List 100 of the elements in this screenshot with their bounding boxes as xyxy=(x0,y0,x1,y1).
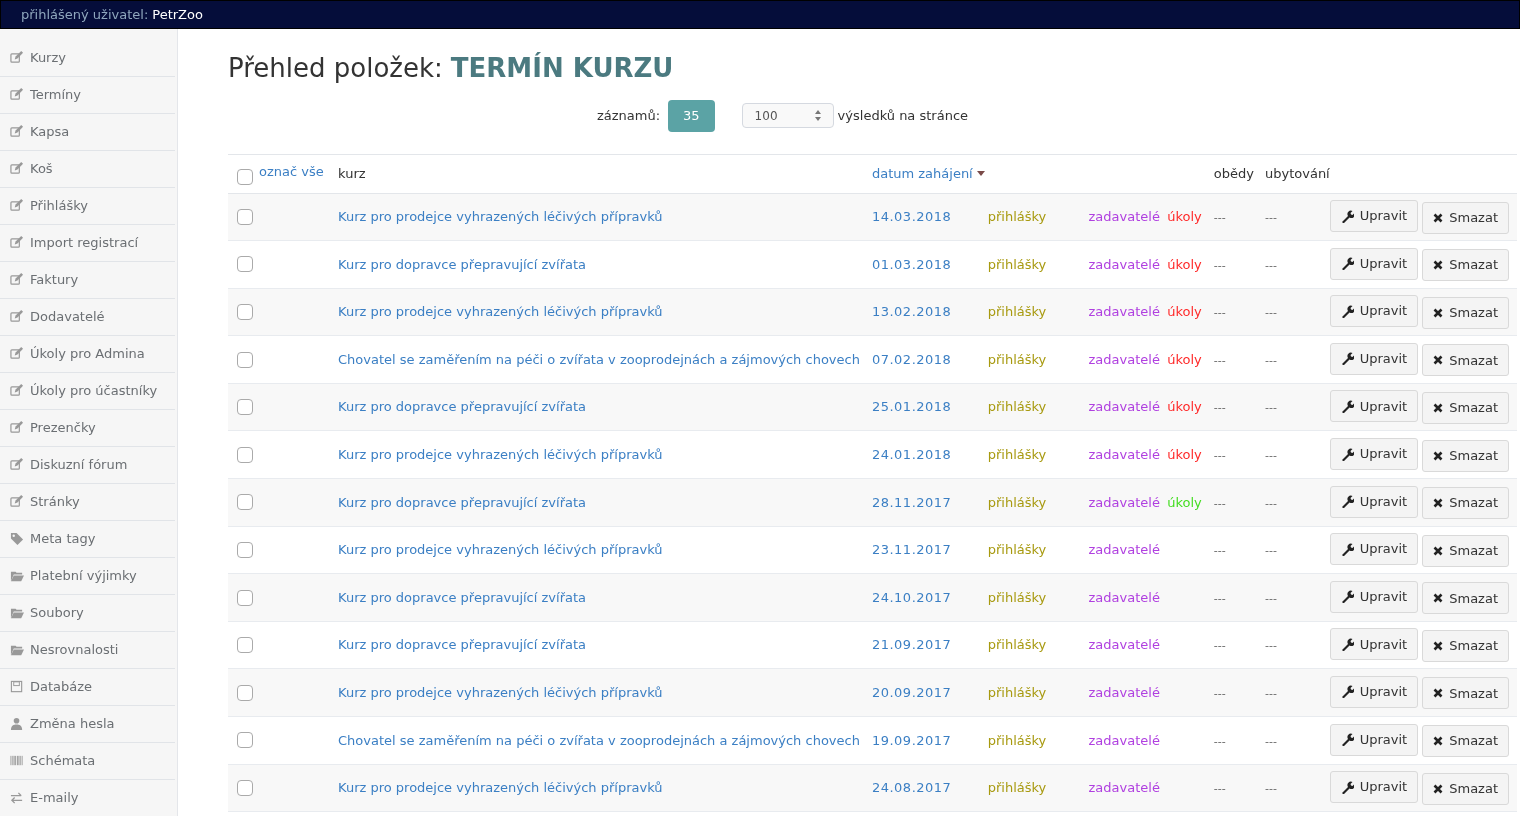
course-link[interactable]: Kurz pro dopravce přepravující zvířata xyxy=(338,399,586,415)
delete-button[interactable]: Smazat xyxy=(1422,249,1509,282)
sponsors-link[interactable]: zadavatelé xyxy=(1088,780,1160,796)
course-link[interactable]: Kurz pro prodejce vyhrazených léčivých přípravků xyxy=(338,447,663,462)
edit-button[interactable]: Upravit xyxy=(1329,390,1419,423)
course-link[interactable]: Kurz pro dopravce přepravující zvířata xyxy=(338,256,586,272)
applications-link[interactable]: přihlášky xyxy=(987,304,1047,320)
delete-button[interactable]: Smazat xyxy=(1422,582,1509,615)
sidebar-item[interactable]: Platební výjimky xyxy=(0,558,175,595)
applications-link[interactable]: přihlášky xyxy=(987,447,1047,462)
delete-button[interactable]: Smazat xyxy=(1422,296,1509,329)
row-checkbox[interactable] xyxy=(237,779,253,796)
edit-button[interactable]: Upravit xyxy=(1329,676,1419,708)
date-link[interactable]: 14.03.2018 xyxy=(871,209,952,225)
sidebar-item[interactable]: Přihlášky xyxy=(0,188,175,225)
per-page-select[interactable]: 100 xyxy=(741,103,834,129)
row-checkbox[interactable] xyxy=(237,494,253,511)
edit-button[interactable]: Upravit xyxy=(1329,485,1419,518)
applications-link[interactable]: přihlášky xyxy=(987,589,1047,605)
course-link[interactable]: Chovatel se zaměřením na péči o zvířata v zooprodejnách a zájmových chovech xyxy=(338,351,860,367)
edit-button[interactable]: Upravit xyxy=(1329,771,1419,804)
tasks-link[interactable]: úkoly xyxy=(1167,209,1202,225)
row-checkbox[interactable] xyxy=(237,541,253,558)
row-checkbox[interactable] xyxy=(237,684,253,701)
sidebar-item[interactable]: Import registrací xyxy=(0,225,175,262)
sponsors-link[interactable]: zadavatelé xyxy=(1088,256,1160,272)
row-checkbox[interactable] xyxy=(237,208,253,225)
applications-link[interactable]: přihlášky xyxy=(987,209,1047,225)
date-link[interactable]: 23.11.2017 xyxy=(871,542,952,558)
row-checkbox[interactable] xyxy=(237,446,253,463)
applications-link[interactable]: přihlášky xyxy=(987,351,1047,367)
tasks-link[interactable]: úkoly xyxy=(1167,304,1202,320)
date-link[interactable]: 20.09.2017 xyxy=(871,685,952,700)
edit-button[interactable]: Upravit xyxy=(1329,200,1419,233)
sidebar-item[interactable]: Stránky xyxy=(0,484,175,521)
date-link[interactable]: 25.01.2018 xyxy=(871,399,952,415)
row-checkbox[interactable] xyxy=(237,589,253,606)
date-link[interactable]: 07.02.2018 xyxy=(871,351,952,367)
row-checkbox[interactable] xyxy=(237,399,253,416)
tasks-link[interactable]: úkoly xyxy=(1167,447,1202,462)
course-link[interactable]: Kurz pro prodejce vyhrazených léčivých přípravků xyxy=(338,542,663,558)
sidebar-item[interactable]: Změna hesla xyxy=(0,706,175,743)
tasks-link[interactable]: úkoly xyxy=(1167,351,1202,367)
sponsors-link[interactable]: zadavatelé xyxy=(1088,399,1160,415)
sidebar-item[interactable]: Dodavatelé xyxy=(0,299,175,336)
delete-button[interactable]: Smazat xyxy=(1422,772,1509,805)
row-checkbox[interactable] xyxy=(237,256,253,273)
sidebar-item[interactable]: Diskuzní fórum xyxy=(0,447,175,484)
applications-link[interactable]: přihlášky xyxy=(987,399,1047,415)
sidebar-item[interactable]: Termíny xyxy=(0,77,175,114)
select-all-link[interactable]: označ vše xyxy=(259,161,324,182)
edit-button[interactable]: Upravit xyxy=(1329,628,1419,661)
applications-link[interactable]: přihlášky xyxy=(987,780,1047,796)
sidebar-item[interactable]: Koš xyxy=(0,151,175,188)
course-link[interactable]: Kurz pro prodejce vyhrazených léčivých přípravků xyxy=(338,780,663,796)
sidebar-item[interactable]: Soubory xyxy=(0,595,175,632)
delete-button[interactable]: Smazat xyxy=(1422,439,1509,472)
sort-link[interactable]: datum zahájení xyxy=(871,163,985,184)
edit-button[interactable]: Upravit xyxy=(1329,342,1419,375)
date-link[interactable]: 13.02.2018 xyxy=(871,304,952,320)
row-checkbox[interactable] xyxy=(237,304,253,320)
sidebar-item[interactable]: Kurzy xyxy=(0,40,175,77)
delete-button[interactable]: Smazat xyxy=(1422,487,1509,520)
applications-link[interactable]: přihlášky xyxy=(987,637,1047,653)
date-link[interactable]: 19.09.2017 xyxy=(871,732,952,748)
course-link[interactable]: Kurz pro prodejce vyhrazených léčivých přípravků xyxy=(338,685,663,700)
applications-link[interactable]: přihlášky xyxy=(987,542,1047,558)
edit-button[interactable]: Upravit xyxy=(1329,580,1419,613)
sidebar-item[interactable]: Kapsa xyxy=(0,114,175,151)
applications-link[interactable]: přihlášky xyxy=(987,494,1047,510)
sponsors-link[interactable]: zadavatelé xyxy=(1088,589,1160,605)
sidebar-item[interactable]: Úkoly pro Admina xyxy=(0,336,175,373)
sponsors-link[interactable]: zadavatelé xyxy=(1088,542,1160,558)
sponsors-link[interactable]: zadavatelé xyxy=(1088,351,1160,367)
delete-button[interactable]: Smazat xyxy=(1422,201,1509,234)
date-link[interactable]: 24.10.2017 xyxy=(871,589,952,605)
date-link[interactable]: 24.08.2017 xyxy=(871,780,952,796)
tasks-link[interactable]: úkoly xyxy=(1167,256,1202,272)
date-link[interactable]: 01.03.2018 xyxy=(871,256,952,272)
applications-link[interactable]: přihlášky xyxy=(987,732,1047,748)
course-link[interactable]: Kurz pro dopravce přepravující zvířata xyxy=(338,589,586,605)
delete-button[interactable]: Smazat xyxy=(1422,629,1509,662)
delete-button[interactable]: Smazat xyxy=(1422,677,1509,710)
row-checkbox[interactable] xyxy=(237,351,253,368)
sidebar-item[interactable]: Databáze xyxy=(0,669,175,706)
course-link[interactable]: Chovatel se zaměřením na péči o zvířata v zooprodejnách a zájmových chovech xyxy=(338,732,860,748)
edit-button[interactable]: Upravit xyxy=(1329,247,1419,280)
applications-link[interactable]: přihlášky xyxy=(987,685,1047,700)
delete-button[interactable]: Smazat xyxy=(1422,391,1509,424)
select-all-checkbox[interactable] xyxy=(237,168,253,185)
date-link[interactable]: 21.09.2017 xyxy=(871,637,952,653)
applications-link[interactable]: přihlášky xyxy=(987,256,1047,272)
sponsors-link[interactable]: zadavatelé xyxy=(1088,732,1160,748)
sponsors-link[interactable]: zadavatelé xyxy=(1088,304,1160,320)
sponsors-link[interactable]: zadavatelé xyxy=(1088,209,1160,225)
date-link[interactable]: 24.01.2018 xyxy=(871,447,952,462)
tasks-link[interactable]: úkoly xyxy=(1167,399,1202,415)
date-link[interactable]: 28.11.2017 xyxy=(871,494,952,510)
edit-button[interactable]: Upravit xyxy=(1329,723,1419,756)
sponsors-link[interactable]: zadavatelé xyxy=(1088,637,1160,653)
